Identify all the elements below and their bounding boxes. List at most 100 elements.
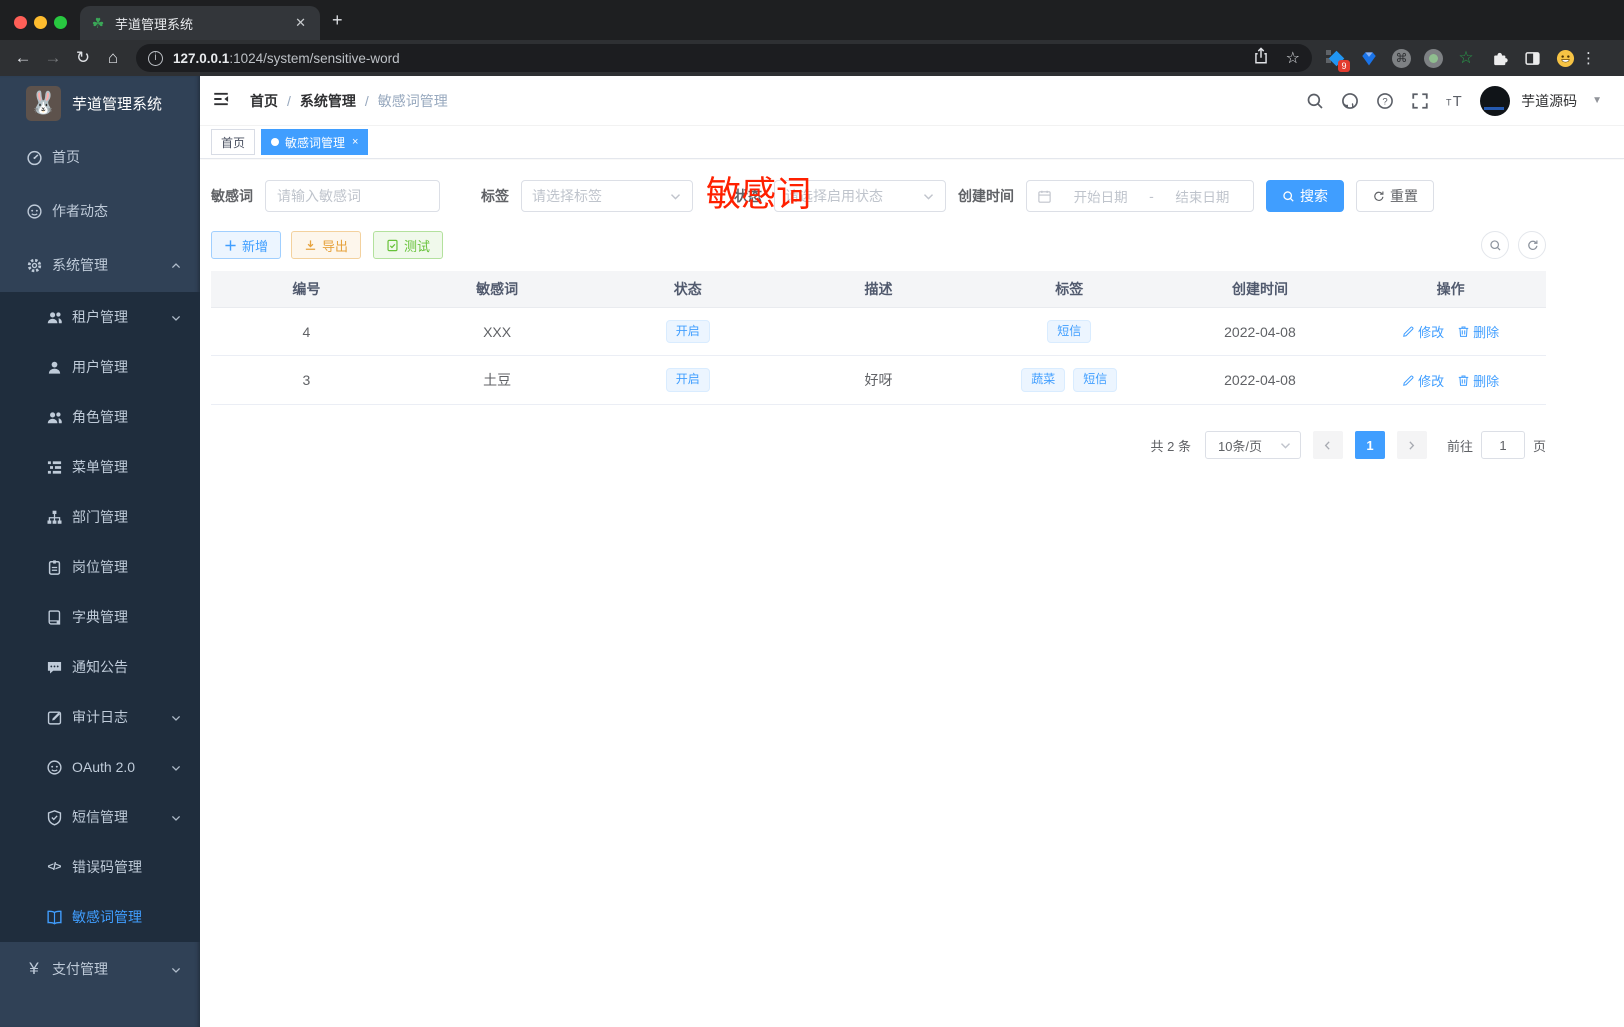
maximize-window-button[interactable] [54,16,67,29]
sidebar-item-dept[interactable]: 部门管理 [0,492,200,542]
sidebar-item-label: 字典管理 [72,609,128,625]
browser-menu-icon[interactable]: ⋮ [1581,49,1596,67]
breadcrumb-system[interactable]: 系统管理 [300,91,356,111]
sidebar-item-errcode[interactable]: </> 错误码管理 [0,842,200,892]
sidebar-item-role[interactable]: 角色管理 [0,392,200,442]
sidebar-item-label: 审计日志 [72,709,128,725]
add-button[interactable]: 新增 [211,231,282,259]
extensions-puzzle-icon[interactable] [1489,48,1509,68]
test-button[interactable]: 测试 [373,231,444,259]
pencil-icon [1402,374,1415,387]
sidebar-item-user[interactable]: 用户管理 [0,342,200,392]
sidebar-item-notice[interactable]: 通知公告 [0,642,200,692]
reload-icon[interactable]: ↻ [68,48,98,68]
chat-icon [45,758,63,776]
reset-button[interactable]: 重置 [1356,180,1434,212]
delete-link[interactable]: 删除 [1457,322,1499,341]
fullscreen-icon[interactable] [1410,91,1430,111]
home-icon[interactable]: ⌂ [98,48,128,68]
sidebar-item-sensitive[interactable]: 敏感词管理 [0,892,200,942]
red-annotation: 敏感词 [706,175,812,214]
side-panel-icon[interactable] [1522,48,1542,68]
sidebar-item-dict[interactable]: 字典管理 [0,592,200,642]
share-icon[interactable] [1252,46,1270,70]
goto-page-input[interactable] [1480,431,1525,459]
close-window-button[interactable] [14,16,27,29]
search-icon[interactable] [1305,91,1325,111]
chevron-down-icon [170,711,182,723]
back-icon[interactable]: ← [8,48,38,68]
chevron-down-icon [170,963,182,975]
logo-avatar: 🐰 [26,85,61,121]
chevron-down-icon [170,311,182,323]
toggle-search-icon[interactable] [1481,231,1509,259]
site-info-icon[interactable]: i [148,50,163,66]
sidebar-item-sms[interactable]: 短信管理 [0,792,200,842]
page-size-select[interactable]: 10条/页 [1204,431,1301,459]
tab-sensitive-word[interactable]: 敏感词管理 × [261,129,369,155]
users-icon [45,408,63,426]
delete-link[interactable]: 删除 [1457,371,1499,390]
extension-star-icon[interactable]: ☆ [1456,48,1476,68]
app-title: 芋道管理系统 [72,95,163,113]
prev-page-button[interactable] [1312,431,1343,459]
tag-select[interactable]: 请选择标签 [521,180,693,212]
edit-link[interactable]: 修改 [1402,322,1444,341]
sidebar-item-menu[interactable]: 菜单管理 [0,442,200,492]
keyword-input[interactable] [277,188,428,204]
help-icon[interactable]: ? [1375,91,1395,111]
username[interactable]: 芋道源码 [1521,91,1577,111]
browser-tab[interactable]: ☘ 芋道管理系统 ✕ [80,6,320,40]
user-caret-icon[interactable]: ▼ [1592,95,1602,106]
chevron-down-icon [1279,439,1292,452]
search-button[interactable]: 搜索 [1266,180,1344,212]
page-number-button[interactable]: 1 [1354,431,1385,459]
export-button[interactable]: 导出 [291,231,362,259]
date-range-picker[interactable]: 开始日期 - 结束日期 [1026,180,1254,212]
cell-ops: 修改 删除 [1355,322,1546,341]
sidebar-logo[interactable]: 🐰 芋道管理系统 [0,76,200,130]
refresh-table-icon[interactable] [1518,231,1546,259]
cell-tags: 短信 [974,319,1165,344]
minimize-window-button[interactable] [34,16,47,29]
font-size-icon[interactable]: TT [1445,91,1465,111]
goto-unit: 页 [1532,438,1546,454]
user-avatar[interactable] [1480,85,1511,116]
next-page-button[interactable] [1396,431,1427,459]
tab-close-icon[interactable]: ✕ [291,13,310,33]
chevron-down-icon [669,190,682,203]
date-start-placeholder: 开始日期 [1073,190,1128,205]
sidebar-item-post[interactable]: 岗位管理 [0,542,200,592]
tab-close-icon[interactable]: × [352,136,358,148]
bookmark-star-icon[interactable]: ☆ [1286,48,1300,68]
sidebar-item-oauth[interactable]: OAuth 2.0 [0,742,200,792]
extension-command-icon[interactable]: ⌘ [1392,48,1411,68]
users-icon [45,308,63,326]
breadcrumb-separator: / [287,92,291,109]
profile-avatar-icon[interactable] [1555,48,1575,68]
breadcrumb-home[interactable]: 首页 [250,91,278,111]
extension-recorder-icon[interactable] [1424,48,1443,68]
sidebar-item-author[interactable]: 作者动态 [0,184,200,238]
new-tab-button[interactable]: + [332,10,343,30]
table-header-cell: 敏感词 [476,281,519,297]
extension-diamond-icon[interactable]: 9 [1326,48,1350,72]
sidebar-item-home[interactable]: 首页 [0,130,200,184]
sidebar-item-system[interactable]: 系统管理 [0,238,200,292]
svg-text:T: T [1446,97,1452,107]
address-bar[interactable]: i 127.0.0.1:1024/system/sensitive-word ☆ [136,44,1312,72]
edit-link[interactable]: 修改 [1402,371,1444,390]
active-tab-dot [271,138,280,146]
sidebar-item-tenant[interactable]: 租户管理 [0,292,200,342]
github-icon[interactable] [1340,91,1360,111]
tab-home[interactable]: 首页 [211,129,256,155]
cell-created: 2022-04-08 [1224,372,1296,388]
openbook-icon [45,908,63,926]
sidebar-item-audit[interactable]: 审计日志 [0,692,200,742]
sidebar-fold-icon[interactable] [212,90,234,112]
sidebar-item-pay[interactable]: ¥ 支付管理 [0,942,200,996]
sidebar-item-label: 菜单管理 [72,459,128,475]
tag-badge: 短信 [1047,319,1092,344]
forward-icon[interactable]: → [38,48,68,68]
extension-gem-icon[interactable] [1359,48,1379,68]
